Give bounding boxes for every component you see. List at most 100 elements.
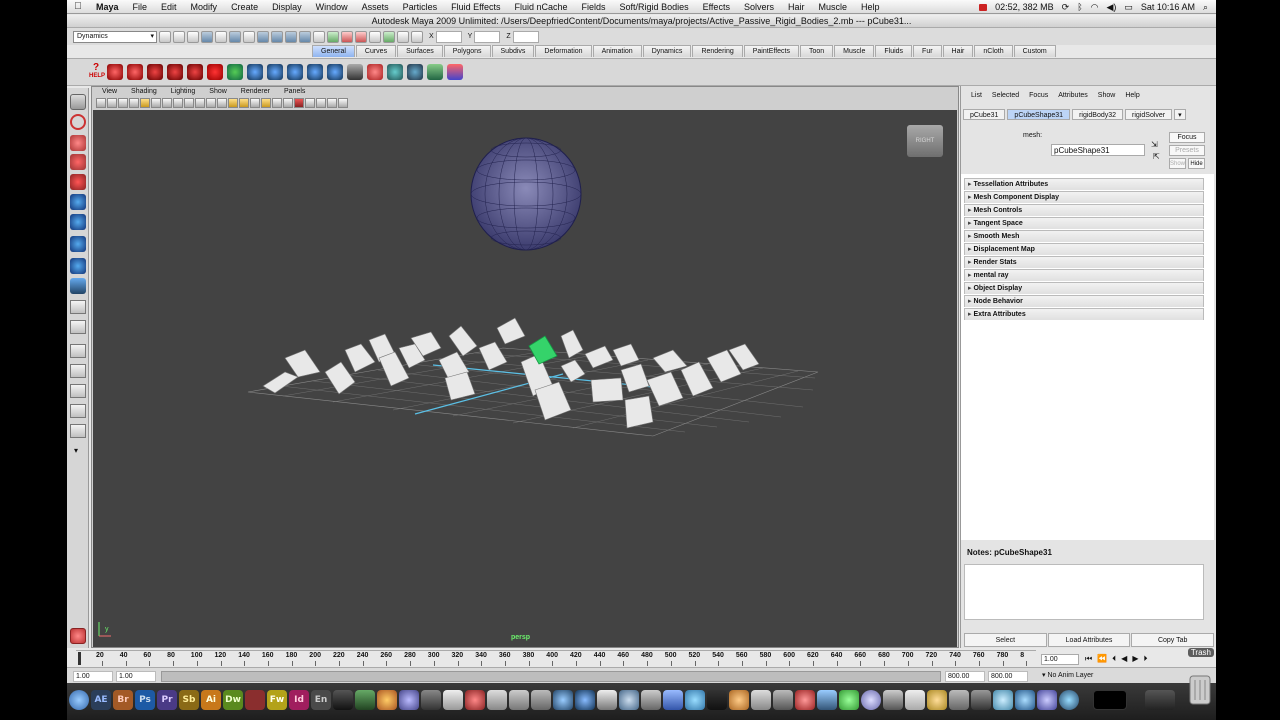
play-back-icon[interactable]: ◀ [1121,654,1127,664]
shelf-tab-fur[interactable]: Fur [913,45,942,57]
dock-app19-icon[interactable] [817,690,837,710]
menu-fields[interactable]: Fields [575,2,613,12]
section-tangent-space[interactable]: Tangent Space [964,217,1204,229]
bluetooth-icon[interactable]: ᛒ [1077,2,1082,12]
dock-app11-icon[interactable] [619,690,639,710]
spring-constraint-icon[interactable] [207,64,223,80]
dock-app6-icon[interactable] [487,690,507,710]
paint-select-tool-icon[interactable] [70,135,86,151]
volume-icon[interactable]: ◀) [1106,2,1116,13]
dock-app22-icon[interactable] [905,690,925,710]
camera-select-icon[interactable] [96,97,106,108]
y-field[interactable] [474,30,501,43]
go-to-start-icon[interactable]: ⏮ [1085,654,1092,664]
ae-tab-pcubeshape31[interactable]: pCubeShape31 [1007,109,1071,120]
z-field[interactable] [512,30,539,43]
layout-two-icon[interactable] [70,344,86,358]
go-to-input-icon[interactable]: ⇲ [1151,140,1158,149]
section-tessellation-attributes[interactable]: Tessellation Attributes [964,178,1204,190]
select-tool-icon[interactable] [70,94,86,110]
dock-app21-icon[interactable] [883,690,903,710]
dock-id-icon[interactable]: Id [289,690,309,710]
menu-hair[interactable]: Hair [781,2,812,12]
wireframe-on-shaded-icon[interactable] [239,97,249,108]
menu-effects[interactable]: Effects [696,2,737,12]
ae-tab-rigidsolver[interactable]: rigidSolver [1125,109,1173,120]
dock-app7-icon[interactable] [509,690,529,710]
dock-app24-icon[interactable] [949,690,969,710]
film-gate-icon[interactable] [151,97,161,108]
ae-menu-attributes[interactable]: Attributes [1058,92,1088,102]
focus-button[interactable]: Focus [1169,132,1205,143]
layout-outliner-icon[interactable] [70,364,86,378]
shelf-tab-surfaces[interactable]: Surfaces [397,45,443,57]
toolbox-more-icon[interactable]: ▾ [74,446,78,455]
emitter-icon[interactable] [347,64,363,80]
wifi-icon[interactable]: ◠ [1091,2,1099,13]
shelf-tab-toon[interactable]: Toon [799,45,834,57]
range-inner-start-field[interactable]: 1.00 [116,671,156,682]
nail-constraint-icon[interactable] [147,64,163,80]
section-render-stats[interactable]: Render Stats [964,256,1204,268]
panel-menu-lighting[interactable]: Lighting [171,87,196,96]
gate-mask-icon[interactable] [173,97,183,108]
safe-action-icon[interactable] [195,97,205,108]
current-frame-field[interactable]: 1.00 [1041,654,1079,665]
menu-help[interactable]: Help [854,2,887,12]
shelf-tab-ncloth[interactable]: nCloth [974,45,1013,57]
dock-app15-icon[interactable] [729,690,749,710]
menu-edit[interactable]: Edit [154,2,184,12]
dock-sb-icon[interactable]: Sb [179,690,199,710]
section-smooth-mesh[interactable]: Smooth Mesh [964,230,1204,242]
radial-field-icon[interactable] [327,64,343,80]
open-scene-icon[interactable] [173,30,185,43]
shelf-tab-muscle[interactable]: Muscle [834,45,875,57]
dock-app23-icon[interactable] [927,690,947,710]
dock-app16-icon[interactable] [751,690,771,710]
shelf-tab-rendering[interactable]: Rendering [692,45,743,57]
shelf-tab-dynamics[interactable]: Dynamics [642,45,692,57]
dock-app4-icon[interactable] [421,690,441,710]
menu-display[interactable]: Display [265,2,309,12]
move-tool-icon[interactable] [70,154,86,170]
range-inner-end-field[interactable]: 800.00 [945,671,985,682]
script-editor-icon[interactable] [70,628,86,644]
manipulator-tool-icon[interactable] [70,214,86,230]
rotate-tool-icon[interactable] [70,174,86,190]
safe-title-icon[interactable] [206,97,216,108]
select-button[interactable]: Select [964,633,1047,647]
menu-window[interactable]: Window [309,2,355,12]
section-displacement-map[interactable]: Displacement Map [964,243,1204,255]
shelf-tab-curves[interactable]: Curves [355,45,397,57]
mesh-name-field[interactable]: pCubeShape31 [1051,144,1145,156]
render-icon[interactable] [327,30,339,43]
soft-mod-tool-icon[interactable] [70,236,86,252]
shelf-tab-hair[interactable]: Hair [942,45,974,57]
ipr-icon[interactable] [341,30,353,43]
presets-button[interactable]: Presets [1169,145,1205,156]
ae-menu-help[interactable]: Help [1125,92,1139,102]
panel-menu-shading[interactable]: Shading [131,87,157,96]
shadows-icon[interactable] [272,97,282,108]
render-settings-icon[interactable] [355,30,367,43]
dock-app14-icon[interactable] [707,690,727,710]
resolution-gate-icon[interactable] [162,97,172,108]
step-forward-frame-icon[interactable]: ⏵ [1143,654,1147,664]
trash-icon[interactable] [1186,648,1214,708]
input-line-icon[interactable] [383,30,395,43]
section-object-display[interactable]: Object Display [964,282,1204,294]
menu-app-name[interactable]: Maya [89,2,126,12]
menu-particles[interactable]: Particles [396,2,445,12]
layout-custom-icon[interactable] [70,424,86,438]
apple-icon[interactable]:  [67,1,89,12]
menuset-dropdown[interactable]: Dynamics [73,30,157,43]
frame-all-icon[interactable] [316,97,326,108]
newton-field-icon[interactable] [307,64,323,80]
particle-icon[interactable] [367,64,383,80]
last-tool-icon[interactable] [70,278,86,294]
toggle-hud-icon[interactable] [338,97,348,108]
ae-menu-list[interactable]: List [971,92,982,102]
bookmark-icon[interactable] [118,97,128,108]
dock-clapper-icon[interactable] [333,690,353,710]
camera-attributes-icon[interactable] [107,97,117,108]
